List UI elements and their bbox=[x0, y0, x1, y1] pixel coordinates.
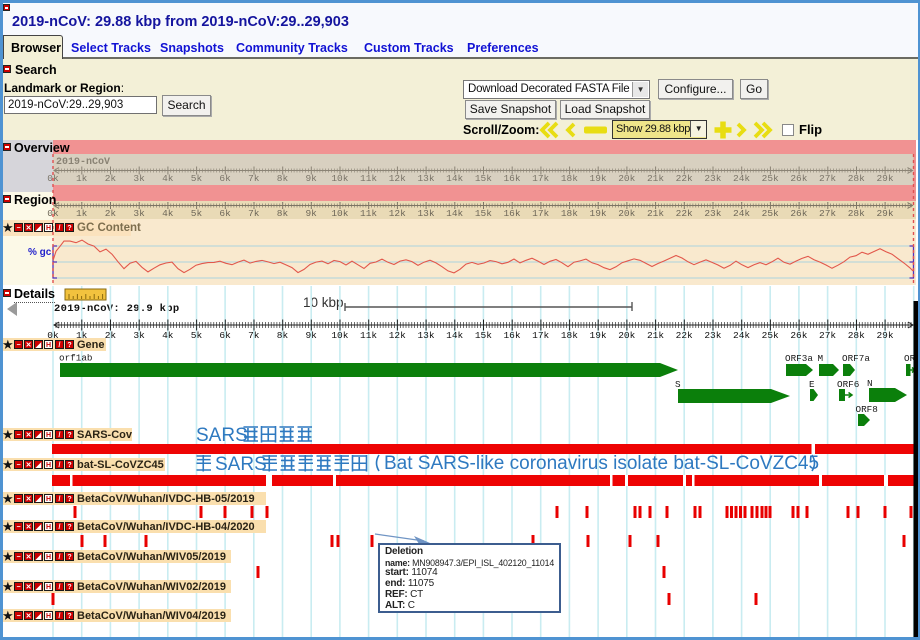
svg-text:29k: 29k bbox=[876, 330, 893, 341]
svg-text:21k: 21k bbox=[647, 173, 664, 184]
svg-text:2019-nCoV: 2019-nCoV bbox=[56, 157, 110, 168]
svg-text:21k: 21k bbox=[647, 330, 664, 341]
svg-text:15k: 15k bbox=[475, 208, 492, 219]
svg-text:6k: 6k bbox=[219, 173, 231, 184]
svg-text:11k: 11k bbox=[360, 208, 377, 219]
svg-text:2k: 2k bbox=[105, 173, 117, 184]
svg-text:27k: 27k bbox=[819, 173, 836, 184]
svg-text:7k: 7k bbox=[248, 173, 260, 184]
svg-text:11k: 11k bbox=[360, 173, 377, 184]
svg-text:SARS: SARS bbox=[215, 454, 267, 475]
svg-text:14k: 14k bbox=[446, 208, 463, 219]
svg-text:5k: 5k bbox=[191, 208, 203, 219]
svg-text:27k: 27k bbox=[819, 208, 836, 219]
svg-text:2k: 2k bbox=[105, 330, 117, 341]
svg-text:5k: 5k bbox=[191, 173, 203, 184]
svg-text:19k: 19k bbox=[590, 208, 607, 219]
svg-text:23k: 23k bbox=[704, 208, 721, 219]
svg-text:15k: 15k bbox=[475, 173, 492, 184]
svg-text:16k: 16k bbox=[503, 208, 520, 219]
svg-text:28k: 28k bbox=[848, 173, 865, 184]
svg-text:N: N bbox=[867, 378, 873, 389]
svg-text:17k: 17k bbox=[532, 330, 549, 341]
svg-text:12k: 12k bbox=[389, 330, 406, 341]
svg-text:10k: 10k bbox=[331, 330, 348, 341]
svg-text:24k: 24k bbox=[733, 208, 750, 219]
svg-text:27k: 27k bbox=[819, 330, 836, 341]
svg-text:13k: 13k bbox=[417, 330, 434, 341]
svg-text:ORF3a: ORF3a bbox=[785, 353, 813, 364]
svg-text:3k: 3k bbox=[133, 330, 145, 341]
svg-text:17k: 17k bbox=[532, 208, 549, 219]
svg-text:20k: 20k bbox=[618, 330, 635, 341]
svg-text:9k: 9k bbox=[305, 208, 317, 219]
svg-text:20k: 20k bbox=[618, 208, 635, 219]
svg-text:29k: 29k bbox=[876, 173, 893, 184]
svg-text:19k: 19k bbox=[590, 330, 607, 341]
svg-text:10k: 10k bbox=[331, 173, 348, 184]
svg-text:3k: 3k bbox=[133, 173, 145, 184]
svg-text:14k: 14k bbox=[446, 173, 463, 184]
svg-text:E: E bbox=[809, 379, 815, 390]
svg-text:25k: 25k bbox=[762, 330, 779, 341]
svg-text:16k: 16k bbox=[503, 173, 520, 184]
svg-text:5k: 5k bbox=[191, 330, 203, 341]
svg-text:12k: 12k bbox=[389, 208, 406, 219]
svg-text:1k: 1k bbox=[76, 208, 88, 219]
svg-text:SARS: SARS bbox=[196, 425, 248, 446]
svg-text:20k: 20k bbox=[618, 173, 635, 184]
svg-text:15k: 15k bbox=[475, 330, 492, 341]
svg-text:7k: 7k bbox=[248, 330, 260, 341]
svg-text:25k: 25k bbox=[762, 208, 779, 219]
svg-text:11k: 11k bbox=[360, 330, 377, 341]
svg-text:19k: 19k bbox=[590, 173, 607, 184]
svg-text:Bat SARS-like coronavirus isol: Bat SARS-like coronavirus isolate bat-SL… bbox=[384, 453, 819, 474]
svg-text:26k: 26k bbox=[790, 173, 807, 184]
svg-text:6k: 6k bbox=[219, 330, 231, 341]
svg-text:ORF6: ORF6 bbox=[837, 379, 859, 390]
svg-text:23k: 23k bbox=[704, 173, 721, 184]
svg-text:4k: 4k bbox=[162, 208, 174, 219]
svg-text:9k: 9k bbox=[305, 330, 317, 341]
svg-text:4k: 4k bbox=[162, 330, 174, 341]
svg-text:ORF7a: ORF7a bbox=[842, 353, 870, 364]
svg-text:9k: 9k bbox=[305, 173, 317, 184]
svg-text:S: S bbox=[675, 379, 681, 390]
svg-text:17k: 17k bbox=[532, 173, 549, 184]
svg-text:18k: 18k bbox=[561, 173, 578, 184]
svg-text:10k: 10k bbox=[331, 208, 348, 219]
svg-text:8k: 8k bbox=[277, 330, 289, 341]
svg-text:22k: 22k bbox=[676, 208, 693, 219]
svg-text:29k: 29k bbox=[876, 208, 893, 219]
svg-text:28k: 28k bbox=[848, 208, 865, 219]
svg-text:8k: 8k bbox=[277, 208, 289, 219]
svg-text:8k: 8k bbox=[277, 173, 289, 184]
svg-text:6k: 6k bbox=[219, 208, 231, 219]
svg-text:13k: 13k bbox=[417, 173, 434, 184]
svg-text:22k: 22k bbox=[676, 173, 693, 184]
svg-text:14k: 14k bbox=[446, 330, 463, 341]
svg-text:12k: 12k bbox=[389, 173, 406, 184]
svg-text:1k: 1k bbox=[76, 173, 88, 184]
svg-text:18k: 18k bbox=[561, 330, 578, 341]
svg-text:4k: 4k bbox=[162, 173, 174, 184]
svg-text:25k: 25k bbox=[762, 173, 779, 184]
svg-text:13k: 13k bbox=[417, 208, 434, 219]
svg-text:21k: 21k bbox=[647, 208, 664, 219]
svg-text:24k: 24k bbox=[733, 173, 750, 184]
svg-text:2k: 2k bbox=[105, 208, 117, 219]
svg-text:26k: 26k bbox=[790, 208, 807, 219]
svg-text:28k: 28k bbox=[848, 330, 865, 341]
svg-text:18k: 18k bbox=[561, 208, 578, 219]
svg-text:23k: 23k bbox=[704, 330, 721, 341]
svg-text:ORF8: ORF8 bbox=[856, 404, 878, 415]
svg-text:7k: 7k bbox=[248, 208, 260, 219]
svg-text:22k: 22k bbox=[676, 330, 693, 341]
svg-text:3k: 3k bbox=[133, 208, 145, 219]
svg-text:16k: 16k bbox=[503, 330, 520, 341]
svg-text:24k: 24k bbox=[733, 330, 750, 341]
svg-text:26k: 26k bbox=[790, 330, 807, 341]
svg-text:orf1ab: orf1ab bbox=[59, 353, 92, 364]
svg-text:M: M bbox=[818, 353, 824, 364]
